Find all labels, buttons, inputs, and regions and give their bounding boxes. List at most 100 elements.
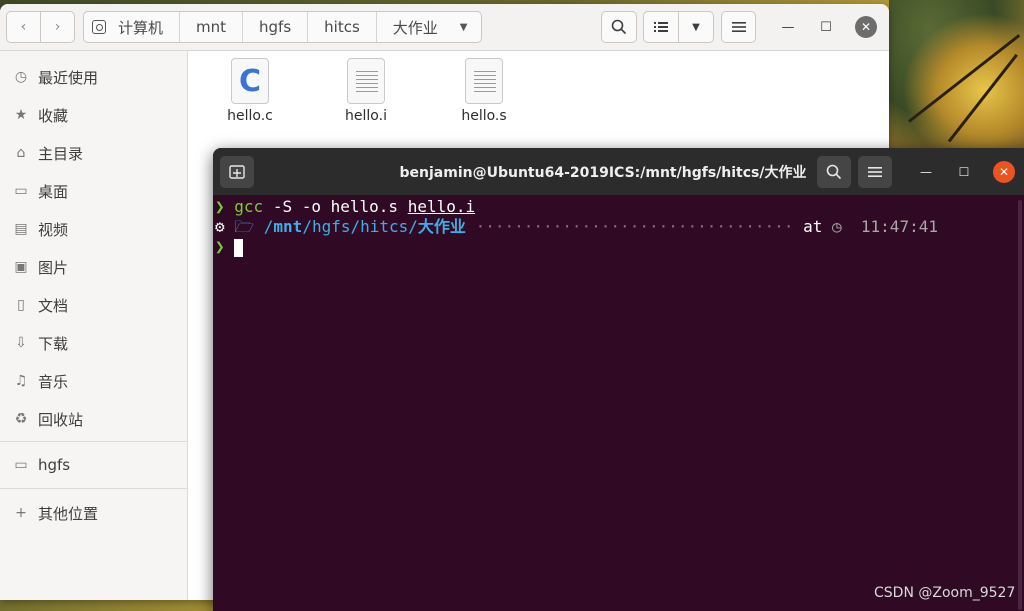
sidebar-item-home[interactable]: ⌂ 主目录 bbox=[0, 135, 188, 171]
sidebar-item-label: 其他位置 bbox=[38, 504, 99, 523]
chevron-left-icon: ‹ bbox=[20, 19, 27, 35]
terminal-maximize-button[interactable]: ☐ bbox=[954, 162, 974, 182]
text-file-icon bbox=[465, 58, 503, 104]
sidebar-item-label: 文档 bbox=[38, 296, 69, 315]
text-cursor bbox=[234, 238, 244, 257]
file-hello-s[interactable]: hello.s bbox=[439, 58, 529, 124]
close-button[interactable]: ✕ bbox=[855, 16, 877, 38]
sidebar-item-label: 图片 bbox=[38, 258, 69, 277]
sidebar-item-label: 音乐 bbox=[38, 372, 69, 391]
list-view-button[interactable] bbox=[643, 11, 679, 43]
forward-button[interactable]: › bbox=[40, 11, 75, 43]
path-current: 大作业 bbox=[417, 217, 466, 236]
home-icon: ⌂ bbox=[16, 145, 26, 161]
path-crumb-hitcs[interactable]: hitcs bbox=[308, 12, 377, 42]
path-crumb-current[interactable]: 大作业 ▼ bbox=[377, 12, 482, 42]
maximize-button[interactable]: ☐ bbox=[816, 17, 836, 37]
sidebar-item-videos[interactable]: ▤ 视频 bbox=[0, 211, 188, 247]
path-mnt: mnt bbox=[273, 217, 303, 236]
path-crumb-label: hitcs bbox=[324, 18, 360, 36]
search-button[interactable] bbox=[601, 11, 637, 43]
video-icon: ▤ bbox=[14, 221, 28, 237]
terminal-scrollbar[interactable] bbox=[1018, 200, 1022, 610]
prompt-time: 11:47:41 bbox=[860, 217, 938, 236]
path-crumb-label: mnt bbox=[196, 18, 227, 36]
file-manager-header: ‹ › 计算机 mnt hgfs hitcs 大作业 ▼ ▼ — ☐ ✕ bbox=[0, 4, 889, 51]
sidebar-item-desktop[interactable]: ▭ 桌面 bbox=[0, 173, 188, 209]
path-crumb-mnt[interactable]: mnt bbox=[180, 12, 244, 42]
close-icon: ✕ bbox=[860, 20, 872, 34]
command-args: -S -o hello.s bbox=[272, 197, 399, 216]
sidebar-item-label: 最近使用 bbox=[38, 68, 99, 87]
clock-icon: ◷ bbox=[832, 217, 842, 236]
sidebar-divider bbox=[0, 488, 188, 489]
sidebar-item-pictures[interactable]: ▣ 图片 bbox=[0, 249, 188, 285]
drive-icon bbox=[92, 20, 106, 34]
trash-icon: ♻ bbox=[14, 411, 28, 427]
prompt-chevron-icon: ❯ bbox=[215, 197, 225, 216]
terminal-close-button[interactable]: ✕ bbox=[993, 161, 1015, 183]
terminal-menu-button[interactable] bbox=[858, 156, 892, 188]
path-middle: /hgfs/hitcs/ bbox=[302, 217, 418, 236]
terminal-window: benjamin@Ubuntu64-2019ICS:/mnt/hgfs/hitc… bbox=[213, 148, 1024, 611]
sidebar-item-trash[interactable]: ♻ 回收站 bbox=[0, 401, 188, 437]
sidebar-item-other-locations[interactable]: + 其他位置 bbox=[0, 495, 188, 531]
path-crumb-label: 计算机 bbox=[118, 18, 164, 37]
watermark: CSDN @Zoom_9527 bbox=[874, 585, 1016, 601]
command-file-arg: hello.i bbox=[407, 197, 476, 216]
sidebar-item-downloads[interactable]: ⇩ 下载 bbox=[0, 325, 188, 361]
desktop-icon: ▭ bbox=[14, 183, 28, 199]
new-tab-icon bbox=[229, 165, 245, 179]
file-name: hello.i bbox=[345, 108, 387, 124]
sidebar-item-label: 回收站 bbox=[38, 410, 84, 429]
prompt-at: at bbox=[803, 217, 823, 236]
download-icon: ⇩ bbox=[15, 335, 27, 351]
file-hello-c[interactable]: C hello.c bbox=[205, 58, 295, 124]
file-hello-i[interactable]: hello.i bbox=[321, 58, 411, 124]
sidebar-item-label: 视频 bbox=[38, 220, 69, 239]
terminal-command-line: ❯ gcc -S -o hello.s hello.i bbox=[215, 197, 475, 217]
clock-icon: ◷ bbox=[14, 69, 28, 85]
back-button[interactable]: ‹ bbox=[6, 11, 41, 43]
sidebar-item-hgfs[interactable]: ▭ hgfs bbox=[0, 447, 188, 483]
path-crumb-label: 大作业 bbox=[392, 18, 438, 37]
text-file-icon bbox=[347, 58, 385, 104]
command-name: gcc bbox=[234, 197, 264, 216]
terminal-header: benjamin@Ubuntu64-2019ICS:/mnt/hgfs/hitc… bbox=[213, 148, 1024, 195]
path-crumb-label: hgfs bbox=[259, 18, 292, 36]
sidebar-item-recent[interactable]: ◷ 最近使用 bbox=[0, 59, 188, 95]
menu-button[interactable] bbox=[721, 11, 756, 43]
hamburger-menu-icon bbox=[868, 167, 882, 177]
search-icon bbox=[826, 164, 842, 180]
terminal-minimize-button[interactable]: — bbox=[916, 162, 936, 182]
music-icon: ♫ bbox=[14, 373, 28, 389]
terminal-search-button[interactable] bbox=[817, 156, 851, 188]
c-source-file-icon: C bbox=[231, 58, 269, 104]
chevron-down-icon: ▼ bbox=[692, 21, 700, 33]
ubuntu-icon: ⚙ bbox=[215, 217, 225, 236]
path-bar: 计算机 mnt hgfs hitcs 大作业 ▼ bbox=[83, 11, 483, 43]
minimize-button[interactable]: — bbox=[778, 17, 798, 37]
path-crumb-computer[interactable]: 计算机 bbox=[84, 12, 181, 42]
close-icon: ✕ bbox=[998, 165, 1010, 179]
picture-icon: ▣ bbox=[14, 259, 28, 275]
plus-icon: + bbox=[15, 505, 27, 521]
sidebar-item-label: 主目录 bbox=[38, 144, 84, 163]
maximize-icon: ☐ bbox=[820, 19, 832, 35]
terminal-title: benjamin@Ubuntu64-2019ICS:/mnt/hgfs/hitc… bbox=[399, 164, 807, 181]
sidebar-item-label: 桌面 bbox=[38, 182, 69, 201]
new-tab-button[interactable] bbox=[220, 156, 254, 188]
sidebar-item-label: 收藏 bbox=[38, 106, 69, 125]
path-prefix: / bbox=[263, 217, 274, 236]
prompt-filler: ································· bbox=[475, 217, 794, 236]
path-crumb-hgfs[interactable]: hgfs bbox=[243, 12, 309, 42]
search-icon bbox=[611, 19, 627, 35]
terminal-input-line: ❯ bbox=[215, 237, 244, 257]
file-name: hello.c bbox=[227, 108, 273, 124]
prompt-chevron-icon: ❯ bbox=[215, 237, 225, 256]
sidebar-item-documents[interactable]: ▯ 文档 bbox=[0, 287, 188, 323]
sidebar-item-music[interactable]: ♫ 音乐 bbox=[0, 363, 188, 399]
sidebar-item-starred[interactable]: ★ 收藏 bbox=[0, 97, 188, 133]
terminal-output[interactable]: ❯ gcc -S -o hello.s hello.i ⚙ 🗁 /mnt/hgf… bbox=[213, 195, 1024, 611]
view-options-button[interactable]: ▼ bbox=[678, 11, 714, 43]
